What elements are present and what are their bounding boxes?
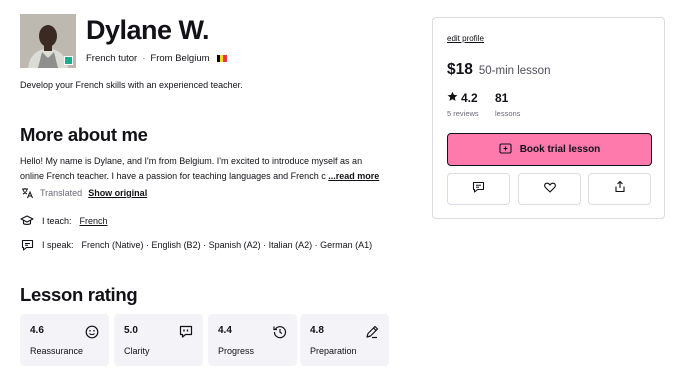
about-line-2: online French teacher. I have a passion … — [20, 169, 395, 184]
rating-label: Preparation — [310, 346, 357, 356]
online-status-dot — [64, 56, 73, 65]
message-icon — [472, 180, 485, 198]
book-trial-lesson-button[interactable]: Book trial lesson — [447, 133, 652, 166]
reviews-count: 5 reviews — [447, 109, 479, 118]
favorite-button[interactable] — [518, 173, 581, 205]
tutor-name: Dylane W. — [86, 15, 210, 45]
rating-card-reassurance: 4.6 Reassurance — [20, 314, 109, 366]
rating-card-preparation: 4.8 Preparation — [300, 314, 389, 366]
about-line-1: Hello! My name is Dylane, and I'm from B… — [20, 156, 363, 166]
teaches-label: I teach: — [42, 216, 72, 226]
speech-bubble-icon — [20, 238, 34, 252]
speaks-languages: French (Native) · English (B2) · Spanish… — [81, 240, 373, 250]
speaks-label: I speak: — [42, 240, 74, 250]
rating-label: Reassurance — [30, 346, 84, 356]
rating-average: 4.2 — [461, 91, 478, 105]
about-heading: More about me — [20, 124, 148, 145]
about-line-2-text: online French teacher. I have a passion … — [20, 171, 326, 181]
calendar-plus-icon — [499, 142, 512, 157]
lesson-duration: 50-min lesson — [478, 65, 551, 77]
translated-label: Translated — [40, 188, 83, 198]
speaks-row: I speak: French (Native) · English (B2) … — [20, 238, 372, 252]
teaches-row: I teach: French — [20, 214, 108, 228]
rating-label: Clarity — [124, 346, 150, 356]
read-more-link[interactable]: ...read more — [328, 171, 379, 181]
rating-label: Progress — [218, 346, 255, 356]
smile-icon — [85, 325, 99, 339]
pencil-icon — [365, 325, 379, 339]
rating-card-clarity: 5.0 Clarity — [114, 314, 203, 366]
rating-value: 4.6 — [30, 325, 44, 336]
book-trial-lesson-label: Book trial lesson — [519, 144, 601, 155]
star-icon — [447, 91, 458, 105]
about-text: Hello! My name is Dylane, and I'm from B… — [20, 154, 395, 184]
tutor-country: From Belgium — [150, 53, 210, 64]
rating-stat: 4.2 5 reviews — [447, 91, 479, 118]
booking-card: edit profile $18 50-min lesson 4.2 5 rev… — [432, 17, 665, 219]
lessons-stat: 81 lessons — [495, 91, 520, 118]
history-icon — [273, 325, 287, 339]
translate-icon — [20, 186, 34, 200]
share-button[interactable] — [588, 173, 651, 205]
separator-dot: · — [142, 53, 146, 64]
rating-value: 4.8 — [310, 325, 324, 336]
lesson-price: $18 — [447, 61, 473, 78]
message-button[interactable] — [447, 173, 510, 205]
tutor-role: French tutor — [86, 53, 138, 64]
rating-card-progress: 4.4 Progress — [208, 314, 297, 366]
chat-quote-icon — [179, 325, 193, 339]
teaches-subject-link[interactable]: French — [80, 216, 108, 226]
lessons-label: lessons — [495, 109, 521, 118]
rating-value: 5.0 — [124, 325, 138, 336]
share-icon — [614, 180, 626, 198]
price-row: $18 50-min lesson — [447, 61, 550, 79]
heart-icon — [543, 180, 556, 198]
show-original-link[interactable]: Show original — [88, 188, 147, 198]
belgium-flag-icon — [216, 55, 227, 62]
graduation-cap-icon — [20, 214, 34, 228]
lessons-count: 81 — [495, 91, 509, 105]
translated-row: Translated Show original — [20, 186, 147, 200]
tutor-headline: Develop your French skills with an exper… — [20, 80, 243, 90]
tutor-subline: French tutor · From Belgium — [86, 53, 227, 64]
rating-value: 4.4 — [218, 325, 232, 336]
lesson-rating-heading: Lesson rating — [20, 284, 138, 305]
edit-profile-link[interactable]: edit profile — [447, 34, 484, 43]
avatar — [20, 14, 76, 68]
